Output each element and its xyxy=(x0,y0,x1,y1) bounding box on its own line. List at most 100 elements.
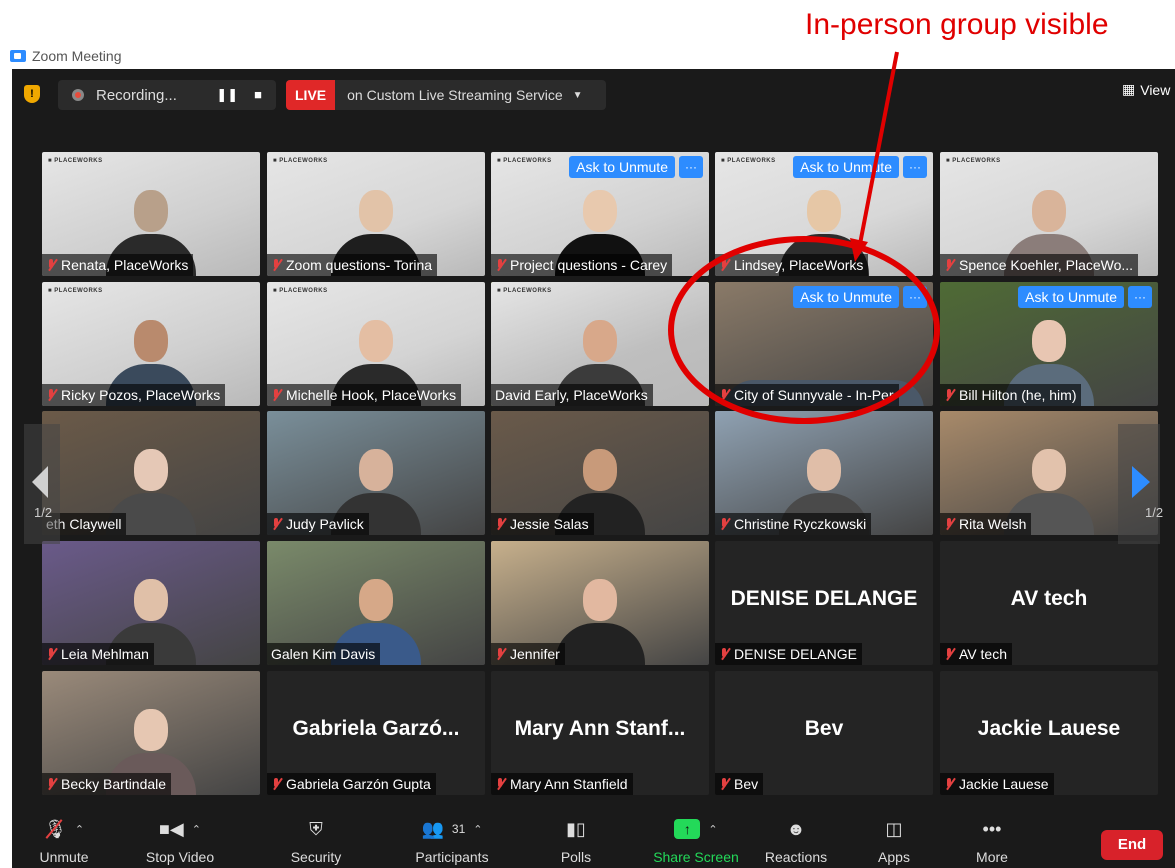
participants-icon: 👥 xyxy=(421,818,444,839)
placeworks-logo: ■ PLACEWORKS xyxy=(497,158,552,164)
participant-tile[interactable]: AV tech AV tech xyxy=(940,541,1158,665)
participant-name: Leia Mehlman xyxy=(61,646,149,662)
chevron-up-icon[interactable]: ⌃ xyxy=(473,823,482,836)
participant-name-bar: DENISE DELANGE xyxy=(715,643,862,665)
participant-name-bar: Ricky Pozos, PlaceWorks xyxy=(42,384,226,406)
participant-name-bar: Renata, PlaceWorks xyxy=(42,254,194,276)
participant-tile[interactable]: Christine Ryczkowski xyxy=(715,411,933,535)
next-page-button[interactable] xyxy=(1118,424,1160,544)
stop-video-label: Stop Video xyxy=(145,849,215,865)
reactions-button[interactable]: ☻ Reactions xyxy=(746,815,846,866)
polls-button[interactable]: ▮▯ Polls xyxy=(526,815,626,866)
participant-tile[interactable]: ■ PLACEWORKS Spence Koehler, PlaceWo... xyxy=(940,152,1158,276)
encryption-shield-icon[interactable]: ! xyxy=(24,85,40,103)
live-tag: LIVE xyxy=(286,80,336,110)
participant-tile[interactable]: ■ PLACEWORKS Renata, PlaceWorks xyxy=(42,152,260,276)
participant-display-name: Jackie Lauese xyxy=(977,717,1121,740)
chevron-up-icon[interactable]: ⌃ xyxy=(708,823,717,836)
pause-icon[interactable]: ❚❚ xyxy=(216,87,238,103)
share-screen-label: Share Screen xyxy=(653,849,739,865)
record-dot-icon xyxy=(72,89,84,101)
annotation-text: In-person group visible xyxy=(805,8,1109,41)
smiley-icon: ☻ xyxy=(786,818,806,839)
ask-to-unmute-group: Ask to Unmute ··· xyxy=(1018,286,1152,308)
participant-tile[interactable]: Jessie Salas xyxy=(491,411,709,535)
chevron-down-icon[interactable]: ▼ xyxy=(573,90,583,101)
participant-name-bar: Jessie Salas xyxy=(491,513,594,535)
participant-tile[interactable]: Mary Ann Stanf... Mary Ann Stanfield xyxy=(491,671,709,795)
chevron-up-icon[interactable]: ⌃ xyxy=(75,823,84,836)
prev-page-button[interactable] xyxy=(24,424,60,544)
participant-tile[interactable]: eth Claywell xyxy=(42,411,260,535)
apps-button[interactable]: ◫ Apps xyxy=(844,815,944,866)
participant-more-button[interactable]: ··· xyxy=(903,156,927,178)
participant-tile[interactable]: Ask to Unmute ··· Bill Hilton (he, him) xyxy=(940,282,1158,406)
ask-to-unmute-button[interactable]: Ask to Unmute xyxy=(1018,286,1124,308)
participant-name: Galen Kim Davis xyxy=(271,646,376,662)
grid-icon: ▦ xyxy=(1122,81,1136,97)
participant-more-button[interactable]: ··· xyxy=(1128,286,1152,308)
participant-tile[interactable]: DENISE DELANGE DENISE DELANGE xyxy=(715,541,933,665)
participant-name: Renata, PlaceWorks xyxy=(61,257,189,273)
participant-tile[interactable]: ■ PLACEWORKS Ricky Pozos, PlaceWorks xyxy=(42,282,260,406)
page-indicator-right: 1/2 xyxy=(1145,505,1164,520)
share-screen-button[interactable]: ↑ ⌃ Share Screen xyxy=(636,815,756,865)
participant-name: Mary Ann Stanfield xyxy=(510,776,628,792)
participant-tile[interactable]: ■ PLACEWORKS Michelle Hook, PlaceWorks xyxy=(267,282,485,406)
participant-display-name: DENISE DELANGE xyxy=(730,587,918,610)
participant-name-bar: Galen Kim Davis xyxy=(267,643,381,665)
participants-label: Participants xyxy=(415,849,489,865)
placeworks-logo: ■ PLACEWORKS xyxy=(48,158,103,164)
participants-button[interactable]: 👥 31 ⌃ Participants xyxy=(392,815,512,866)
participant-tile[interactable]: Jennifer xyxy=(491,541,709,665)
participant-name: Bill Hilton (he, him) xyxy=(959,387,1077,403)
participant-tile[interactable]: Bev Bev xyxy=(715,671,933,795)
unmute-label: Unmute xyxy=(39,849,89,865)
participant-name-bar: Gabriela Garzón Gupta xyxy=(267,773,436,795)
participant-name-bar: Bev xyxy=(715,773,764,795)
shield-icon: ⛨ xyxy=(309,818,323,839)
participant-tile[interactable]: ■ PLACEWORKS Zoom questions- Torina xyxy=(267,152,485,276)
ask-to-unmute-button[interactable]: Ask to Unmute xyxy=(793,156,899,178)
unmute-button[interactable]: 🎙 ⌃ Unmute xyxy=(14,815,114,866)
participant-tile[interactable]: Becky Bartindale xyxy=(42,671,260,795)
participant-name-bar: Mary Ann Stanfield xyxy=(491,773,633,795)
stop-video-button[interactable]: ■◀ ⌃ Stop Video xyxy=(130,815,230,866)
participant-more-button[interactable]: ··· xyxy=(679,156,703,178)
more-button[interactable]: ••• More xyxy=(942,815,1042,866)
stop-icon[interactable]: ■ xyxy=(254,87,262,103)
placeworks-logo: ■ PLACEWORKS xyxy=(721,158,776,164)
security-button[interactable]: ⛨ Security xyxy=(266,815,366,866)
participant-name-bar: Judy Pavlick xyxy=(267,513,369,535)
end-meeting-button[interactable]: End xyxy=(1101,830,1163,860)
muted-mic-icon xyxy=(46,777,56,791)
participant-name: AV tech xyxy=(959,646,1007,662)
participant-name-bar: Leia Mehlman xyxy=(42,643,154,665)
chevron-up-icon[interactable]: ⌃ xyxy=(192,823,201,836)
window-titlebar: Zoom Meeting xyxy=(10,46,121,66)
participant-tile[interactable]: Leia Mehlman xyxy=(42,541,260,665)
participant-name-bar: Zoom questions- Torina xyxy=(267,254,438,276)
muted-mic-icon xyxy=(46,258,56,272)
muted-mic-icon xyxy=(46,388,56,402)
participant-tile[interactable]: Gabriela Garzó... Gabriela Garzón Gupta xyxy=(267,671,485,795)
participant-name: DENISE DELANGE xyxy=(734,646,857,662)
participant-name: Spence Koehler, PlaceWo... xyxy=(959,257,1134,273)
recording-label: Recording... xyxy=(96,86,177,104)
participant-tile[interactable]: Judy Pavlick xyxy=(267,411,485,535)
video-grid: ■ PLACEWORKS Renata, PlaceWorks ■ PLACEWOR… xyxy=(42,152,1160,802)
muted-mic-icon xyxy=(271,517,281,531)
ask-to-unmute-button[interactable]: Ask to Unmute xyxy=(569,156,675,178)
participant-name-bar: AV tech xyxy=(940,643,1012,665)
muted-mic-icon xyxy=(495,258,505,272)
participant-tile[interactable]: Galen Kim Davis xyxy=(267,541,485,665)
participant-tile[interactable]: ■ PLACEWORKS Ask to Unmute ··· Project ques… xyxy=(491,152,709,276)
participant-name-bar: Bill Hilton (he, him) xyxy=(940,384,1082,406)
muted-mic-icon xyxy=(719,517,729,531)
muted-mic-icon xyxy=(944,517,954,531)
annotation-ellipse xyxy=(668,236,940,424)
participant-tile[interactable]: Jackie Lauese Jackie Lauese xyxy=(940,671,1158,795)
live-stream-indicator[interactable]: LIVE on Custom Live Streaming Service ▼ xyxy=(286,80,606,110)
participant-display-name: Gabriela Garzó... xyxy=(292,717,460,740)
view-button[interactable]: ▦ View xyxy=(1122,81,1170,98)
